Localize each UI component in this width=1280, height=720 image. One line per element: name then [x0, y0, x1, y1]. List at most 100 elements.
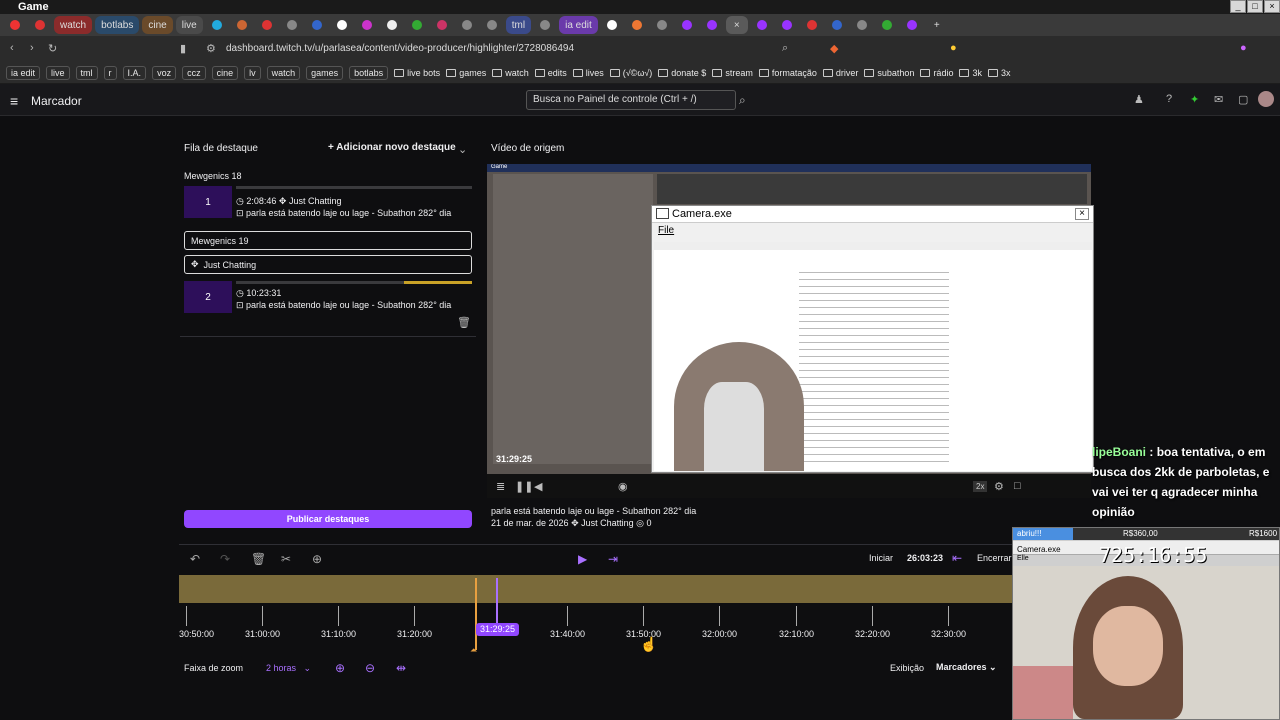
trash-icon[interactable]: 🗑 [251, 552, 266, 566]
back-icon[interactable]: ‹ [10, 42, 14, 54]
mic-icon[interactable]: ◉ [618, 480, 628, 493]
url-field[interactable]: dashboard.twitch.tv/u/parlasea/content/v… [226, 43, 574, 54]
avatar[interactable] [1258, 91, 1274, 107]
trash-icon[interactable]: 🗑 [457, 316, 471, 329]
tab-favicon[interactable] [601, 16, 623, 34]
fullscreen-icon[interactable]: □ [1014, 480, 1021, 492]
set-start-icon[interactable]: ⇤ [952, 551, 962, 565]
tab-favicon[interactable] [751, 16, 773, 34]
bookmark-folder[interactable]: stream [712, 68, 753, 78]
tab-live[interactable]: live [175, 16, 203, 34]
extension-icon[interactable]: ● [950, 42, 957, 54]
tab-favicon[interactable] [626, 16, 648, 34]
bookmark-folder[interactable]: subathon [864, 68, 914, 78]
tab-cine[interactable]: cine [142, 16, 173, 34]
fit-icon[interactable]: ⇹ [396, 661, 406, 675]
highlight-category-input[interactable]: ✥ Just Chatting [184, 255, 472, 274]
bookmark-tag[interactable]: cine [211, 65, 239, 80]
volume-icon[interactable]: ◀ [534, 480, 542, 493]
bookmark-tag[interactable]: live [46, 65, 70, 80]
tab-favicon[interactable] [901, 16, 923, 34]
bookmark-icon[interactable]: ▮ [180, 42, 186, 55]
menu-icon[interactable]: ≡ [10, 93, 18, 109]
help-icon[interactable]: ? [1166, 93, 1172, 105]
skip-end-icon[interactable]: ⇥ [608, 552, 618, 566]
bookmark-folder[interactable]: 3x [987, 68, 1010, 78]
tab-favicon[interactable] [306, 16, 328, 34]
tab-favicon[interactable] [676, 16, 698, 34]
tab-favicon[interactable] [231, 16, 253, 34]
notifications-icon[interactable]: ♟ [1134, 93, 1144, 106]
start-handle-icon[interactable]: ⏶ [470, 645, 477, 656]
list-icon[interactable]: ≣ [496, 480, 505, 493]
tab-favicon[interactable] [701, 16, 723, 34]
tab-favicon[interactable] [29, 16, 51, 34]
zoom-select[interactable]: 2 horas ⌄ [266, 663, 311, 674]
bookmark-tag[interactable]: games [306, 65, 344, 80]
search-icon[interactable]: ⌕ [739, 93, 746, 108]
settings-icon[interactable]: ⚙ [994, 480, 1004, 493]
tab-favicon[interactable] [801, 16, 823, 34]
site-info-icon[interactable]: ⚙ [206, 42, 216, 55]
pause-icon[interactable]: ❚❚ [515, 480, 533, 493]
bookmark-tag[interactable]: r [103, 65, 117, 80]
tab-favicon[interactable] [651, 16, 673, 34]
bookmark-folder[interactable]: (√©ω√) [609, 68, 652, 78]
add-highlight-button[interactable]: + Adicionar novo destaque [328, 142, 456, 153]
tab-favicon[interactable] [281, 16, 303, 34]
bookmark-folder[interactable]: games [446, 68, 486, 78]
tab-favicon[interactable] [876, 16, 898, 34]
tab-favicon[interactable] [456, 16, 478, 34]
play-icon[interactable]: ▶ [578, 552, 587, 566]
bookmark-tag[interactable]: ia edit [6, 65, 41, 80]
scissors-icon[interactable]: ✂ [281, 552, 291, 566]
search-icon[interactable]: ⌕ [782, 42, 788, 55]
bookmark-folder[interactable]: live bots [394, 68, 440, 78]
bookmark-tag[interactable]: I.A. [122, 65, 147, 80]
camera-window[interactable]: Camera.exe × File [651, 205, 1094, 473]
dashboard-search-input[interactable]: Busca no Painel de controle (Ctrl + /) [526, 90, 736, 110]
bookmark-tag[interactable]: ccz [182, 65, 206, 80]
tab-botlabs[interactable]: botlabs [95, 16, 140, 34]
new-tab-button[interactable]: + [926, 16, 948, 34]
forward-icon[interactable]: › [30, 42, 34, 54]
extension-icon[interactable]: ● [1240, 42, 1247, 54]
bookmark-tag[interactable]: tml [75, 65, 98, 80]
status-icon[interactable]: ✦ [1190, 93, 1199, 106]
bookmark-folder[interactable]: formatação [758, 68, 817, 78]
tab-watch[interactable]: watch [54, 16, 93, 34]
bookmark-folder[interactable]: watch [492, 68, 529, 78]
tab-favicon[interactable] [406, 16, 428, 34]
add-marker-icon[interactable]: ⊕ [312, 552, 322, 566]
tab-tml[interactable]: tml [505, 16, 532, 34]
undo-icon[interactable]: ↶ [190, 552, 200, 566]
inbox-icon[interactable]: ✉ [1214, 93, 1223, 106]
bookmark-folder[interactable]: rádio [920, 68, 953, 78]
publish-highlights-button[interactable]: Publicar destaques [184, 510, 472, 528]
view-select[interactable]: Marcadores ⌄ [936, 662, 997, 673]
tab-favicon[interactable] [356, 16, 378, 34]
tab-favicon[interactable] [256, 16, 278, 34]
tab-favicon[interactable] [851, 16, 873, 34]
tab-favicon[interactable] [206, 16, 228, 34]
highlight-item[interactable]: 1 ◷ 2:08:46 ✥ Just Chatting ⊡ parla está… [184, 186, 472, 218]
bookmark-folder[interactable]: donate $ [658, 68, 706, 78]
reload-icon[interactable]: ↻ [48, 42, 57, 55]
bookmark-tag[interactable]: voz [152, 65, 177, 80]
tab-ia-edit[interactable]: ia edit [559, 16, 598, 34]
playhead[interactable] [496, 578, 498, 626]
playback-speed[interactable]: 2x [973, 481, 988, 492]
bookmark-folder[interactable]: edits [534, 68, 567, 78]
bookmark-tag[interactable]: botlabs [349, 65, 389, 80]
whisper-icon[interactable]: ▢ [1238, 93, 1248, 106]
tab-favicon[interactable] [776, 16, 798, 34]
timeline-track[interactable] [179, 575, 1012, 603]
camera-file-menu[interactable]: File [658, 225, 674, 236]
bookmark-tag[interactable]: watch [266, 65, 301, 80]
tab-favicon[interactable] [826, 16, 848, 34]
zoom-in-icon[interactable]: ⊕ [335, 661, 345, 675]
tab-favicon[interactable] [381, 16, 403, 34]
start-handle[interactable] [475, 578, 477, 650]
brave-shield-icon[interactable]: ◆ [830, 42, 838, 55]
maximize-icon[interactable]: □ [1247, 0, 1263, 13]
